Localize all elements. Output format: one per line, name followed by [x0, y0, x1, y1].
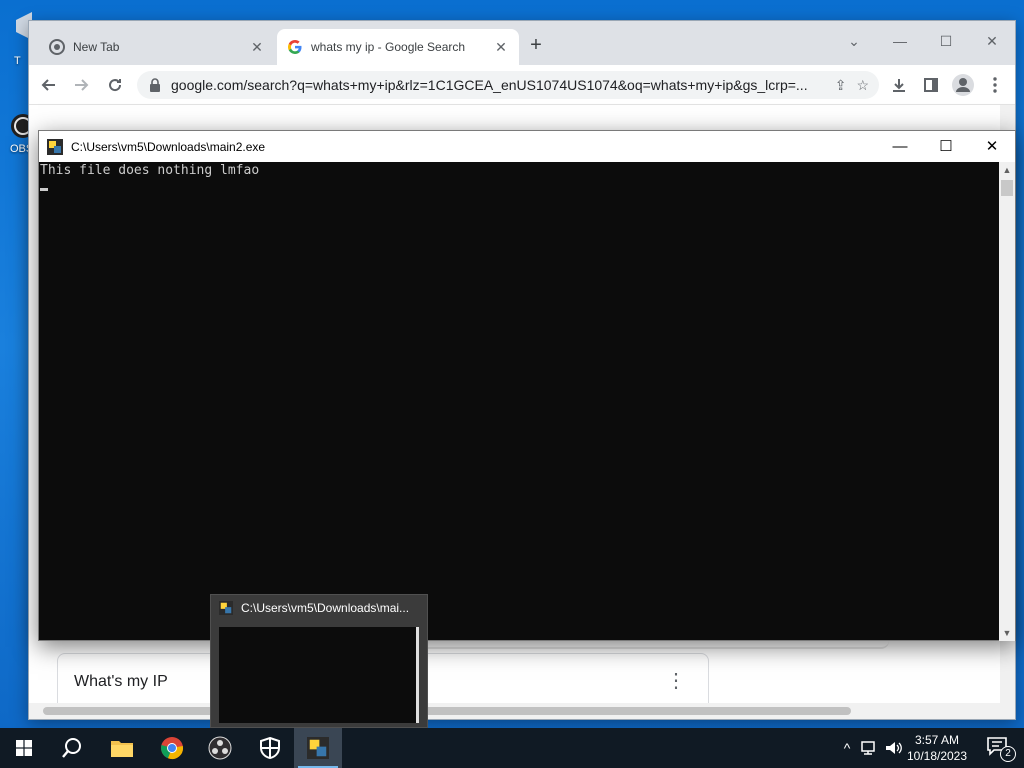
preview-header: C:\Users\vm5\Downloads\mai...	[219, 601, 409, 615]
side-panel-button[interactable]	[919, 73, 943, 97]
google-favicon-icon	[288, 40, 302, 54]
taskbar-obs[interactable]	[196, 728, 244, 768]
start-button[interactable]	[0, 728, 48, 768]
downloads-button[interactable]	[887, 73, 911, 97]
python-console-icon	[219, 601, 233, 615]
tab-strip: New Tab ✕ whats my ip - Google Search ✕ …	[29, 21, 1015, 65]
share-icon[interactable]: ⇪	[835, 77, 847, 94]
close-window-icon[interactable]: ✕	[969, 27, 1015, 55]
chrome-favicon-icon	[49, 39, 65, 55]
action-center-button[interactable]: 2	[986, 736, 1016, 762]
more-options-icon[interactable]: ⋮	[666, 668, 686, 693]
bookmark-star-icon[interactable]: ☆	[856, 77, 879, 94]
preview-thumbnail[interactable]	[219, 627, 419, 723]
clock-time: 3:57 AM	[914, 733, 960, 747]
menu-button[interactable]	[983, 73, 1007, 97]
taskbar-file-explorer[interactable]	[98, 728, 146, 768]
system-tray: ^	[836, 728, 904, 768]
search-icon	[62, 738, 81, 758]
notification-count-badge: 2	[1000, 746, 1016, 762]
console-titlebar[interactable]: C:\Users\vm5\Downloads\main2.exe — ☐ ✕	[39, 131, 1015, 162]
avatar-icon	[952, 74, 974, 96]
scroll-down-icon[interactable]: ▼	[999, 625, 1015, 641]
security-shield-icon	[260, 737, 280, 759]
network-icon[interactable]	[860, 740, 878, 756]
forward-button[interactable]	[69, 73, 93, 97]
kebab-menu-icon	[993, 77, 997, 93]
tab-google-search[interactable]: whats my ip - Google Search ✕	[277, 29, 519, 65]
close-tab-icon[interactable]: ✕	[249, 39, 265, 56]
profile-button[interactable]	[951, 73, 975, 97]
console-app-icon	[307, 737, 329, 759]
minimize-icon[interactable]: —	[877, 27, 923, 55]
new-tab-button[interactable]: +	[525, 35, 547, 57]
reload-button[interactable]	[103, 73, 127, 97]
url-text: google.com/search?q=whats+my+ip&rlz=1C1G…	[171, 77, 808, 93]
console-output[interactable]: This file does nothing lmfao	[39, 162, 1000, 641]
console-scrollbar[interactable]: ▲ ▼	[999, 162, 1015, 641]
system-clock[interactable]: 3:57 AM 10/18/2023	[904, 732, 970, 764]
scroll-up-icon[interactable]: ▲	[999, 162, 1015, 178]
lock-icon	[150, 78, 160, 92]
preview-title: C:\Users\vm5\Downloads\mai...	[241, 601, 410, 615]
taskbar-security[interactable]	[246, 728, 294, 768]
back-arrow-icon	[41, 79, 55, 91]
text-cursor	[40, 188, 48, 191]
console-window: C:\Users\vm5\Downloads\main2.exe — ☐ ✕ T…	[38, 130, 1016, 641]
tab-label: New Tab	[73, 40, 120, 54]
taskbar-search-button[interactable]	[48, 728, 96, 768]
console-minimize-icon[interactable]: —	[877, 131, 923, 162]
close-tab-icon[interactable]: ✕	[493, 39, 509, 56]
python-console-icon	[47, 138, 63, 155]
tab-label: whats my ip - Google Search	[311, 40, 466, 54]
side-panel-icon	[924, 78, 938, 92]
taskbar-thumbnail-preview[interactable]: C:\Users\vm5\Downloads\mai...	[210, 594, 428, 728]
console-title: C:\Users\vm5\Downloads\main2.exe	[71, 139, 266, 154]
page-horizontal-scrollbar[interactable]	[29, 703, 1015, 719]
browser-toolbar: google.com/search?q=whats+my+ip&rlz=1C1G…	[29, 65, 1015, 105]
taskbar-chrome[interactable]	[148, 728, 196, 768]
clock-date: 10/18/2023	[906, 749, 968, 763]
taskbar-console[interactable]	[294, 728, 342, 768]
console-scroll-thumb[interactable]	[1001, 180, 1013, 196]
tab-search-chevron-icon[interactable]: ⌄	[831, 27, 877, 55]
file-explorer-icon	[111, 741, 133, 757]
show-hidden-icons-chevron-icon[interactable]: ^	[836, 740, 858, 756]
volume-icon[interactable]	[884, 740, 904, 756]
tab-new-tab[interactable]: New Tab ✕	[39, 29, 275, 65]
taskbar: ^ 3:57 AM 10/18/2023 2	[0, 728, 1024, 768]
obs-icon	[208, 736, 232, 760]
maximize-icon[interactable]: ☐	[923, 27, 969, 55]
chrome-icon	[161, 737, 183, 760]
download-icon	[893, 79, 905, 92]
address-bar[interactable]: google.com/search?q=whats+my+ip&rlz=1C1G…	[137, 71, 879, 99]
windows-start-icon	[16, 740, 32, 756]
back-button[interactable]	[37, 73, 61, 97]
console-maximize-icon[interactable]: ☐	[923, 131, 969, 162]
console-output-line: This file does nothing lmfao	[40, 163, 260, 178]
console-close-icon[interactable]: ✕	[969, 131, 1015, 162]
scroll-thumb[interactable]	[43, 707, 851, 715]
forward-arrow-icon	[75, 79, 89, 91]
card-title: What's my IP	[74, 673, 168, 690]
reload-icon	[109, 79, 122, 92]
